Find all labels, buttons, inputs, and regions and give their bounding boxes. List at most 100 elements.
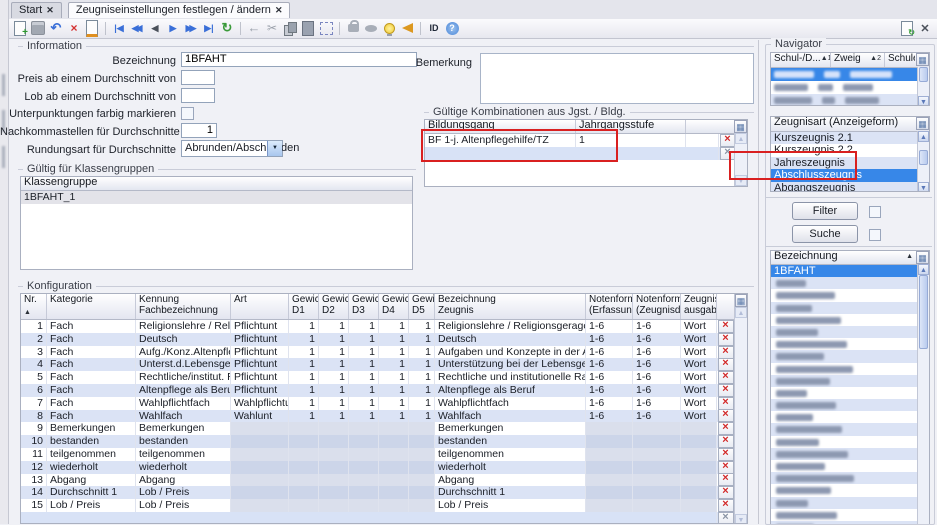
bezeichnung-item-redacted[interactable]	[771, 289, 929, 301]
column-header-g1[interactable]: Gewicht D2	[319, 294, 349, 319]
bezeichnung-item-redacted[interactable]	[771, 314, 929, 326]
preis-input[interactable]	[181, 70, 215, 85]
bezeichnung-item-redacted[interactable]	[771, 277, 929, 289]
scroll-up-icon[interactable]: ▲	[918, 264, 929, 275]
konfiguration-row-1[interactable]: 1FachReligionslehre / Religion...Pflicht…	[21, 320, 747, 333]
bezeichnung-item-redacted[interactable]	[771, 302, 929, 314]
bezeichnung-item-redacted[interactable]	[771, 338, 929, 350]
bezeichnung-item-redacted[interactable]	[771, 460, 929, 472]
delete-record-icon[interactable]: ×	[65, 19, 83, 37]
konfiguration-row-9[interactable]: 9BemerkungenBemerkungenBemerkungen×	[21, 422, 747, 435]
scroll-down-icon[interactable]: ▼	[918, 182, 929, 192]
bezeichnung-item-redacted[interactable]	[771, 350, 929, 362]
bemerkung-textarea[interactable]	[480, 53, 754, 104]
column-header-g2[interactable]: Gewicht D3	[349, 294, 379, 319]
bezeichnung-item-redacted[interactable]	[771, 363, 929, 375]
rundung-select[interactable]: Abrunden/Abschneiden ▼	[181, 140, 283, 157]
konfiguration-row-2[interactable]: 2FachDeutschPflichtunt11111Deutsch1-61-6…	[21, 333, 747, 346]
konfiguration-row-8[interactable]: 8FachWahlfachWahlunt11111Wahlfach1-61-6W…	[21, 410, 747, 423]
bezeichnung-item-redacted[interactable]	[771, 399, 929, 411]
konfiguration-row-11[interactable]: 11teilgenommenteilgenommenteilgenommen×	[21, 448, 747, 461]
column-picker-icon[interactable]: ▦	[916, 117, 929, 130]
delete-row-icon[interactable]: ×	[718, 499, 734, 512]
konfiguration-new-row[interactable]: ×	[21, 512, 747, 524]
chevron-down-icon[interactable]: ▼	[267, 141, 282, 156]
scroll-thumb[interactable]	[919, 67, 928, 82]
klassengruppe-column-header[interactable]: Klassengruppe	[21, 177, 412, 190]
delete-row-icon[interactable]: ×	[718, 346, 734, 359]
column-header-nf1[interactable]: Notenformat (Erfassung)	[586, 294, 633, 319]
bezeichnung-item-redacted[interactable]	[771, 448, 929, 460]
delete-row-icon[interactable]: ×	[718, 397, 734, 410]
konfiguration-row-7[interactable]: 7FachWahlpflichtfachWahlpflichtunt11111W…	[21, 397, 747, 410]
konfiguration-row-15[interactable]: 15Lob / PreisLob / PreisLob / Preis×	[21, 499, 747, 512]
column-header-g3[interactable]: Gewicht D4	[379, 294, 409, 319]
delete-row-icon[interactable]: ×	[718, 320, 734, 333]
bezeichnung-item-redacted[interactable]	[771, 375, 929, 387]
scroll-thumb[interactable]	[919, 275, 928, 349]
konfiguration-row-14[interactable]: 14Durchschnitt 1Lob / PreisDurchschnitt …	[21, 486, 747, 499]
selection-icon[interactable]	[317, 19, 335, 37]
column-picker-icon[interactable]: ▦	[916, 251, 929, 264]
zeugnisart-item-abgangszeugnis[interactable]: Abgangszeugnis	[771, 182, 929, 192]
panel-refresh-icon[interactable]: ↻	[898, 19, 916, 37]
lock-icon[interactable]	[344, 19, 362, 37]
zweig-column-header[interactable]: Zweig	[834, 53, 861, 67]
announce-horn-icon[interactable]	[398, 19, 416, 37]
school-column-header[interactable]: Schul-/D...	[774, 53, 821, 67]
column-header-g4[interactable]: Gewicht D5	[409, 294, 435, 319]
column-header-g0[interactable]: Gewicht D1	[289, 294, 319, 319]
delete-row-icon[interactable]: ×	[718, 358, 734, 371]
column-header-ausgabe[interactable]: Zeugnis- ausgabe	[681, 294, 717, 319]
suche-checkbox[interactable]	[869, 229, 881, 241]
bezeichnung-item-redacted[interactable]	[771, 484, 929, 496]
hint-bulb-icon[interactable]	[380, 19, 398, 37]
bezeichnung-item-redacted[interactable]	[771, 436, 929, 448]
new-record-icon[interactable]: +	[11, 19, 29, 37]
bezeichnung-item-redacted[interactable]	[771, 423, 929, 435]
back-arrow-icon[interactable]: ←	[245, 19, 263, 37]
nav-prev-icon[interactable]: ◀	[146, 19, 164, 37]
delete-row-icon[interactable]: ×	[718, 333, 734, 346]
zeugnisart-header[interactable]: Zeugnisart (Anzeigeform)	[771, 117, 916, 131]
konfiguration-row-13[interactable]: 13AbgangAbgangAbgang×	[21, 474, 747, 487]
undo-icon[interactable]: ↶	[47, 19, 65, 37]
nav-next-icon[interactable]: ▶	[164, 19, 182, 37]
nav-last-icon[interactable]: ▶|	[200, 19, 218, 37]
filter-button[interactable]: Filter	[792, 202, 858, 220]
delete-row-icon-disabled[interactable]: ×	[718, 512, 734, 524]
tab-start[interactable]: Start✕	[11, 2, 62, 18]
konfiguration-scrollbar[interactable]: ▦ ▲ ▼	[734, 294, 747, 524]
edit-form-icon[interactable]	[83, 19, 101, 37]
konfiguration-row-10[interactable]: 10bestandenbestandenbestanden×	[21, 435, 747, 448]
bezeichnung-list-header[interactable]: Bezeichnung	[774, 251, 838, 264]
nav-next-fast-icon[interactable]: ▶▶	[182, 19, 200, 37]
tab-close-icon[interactable]: ✕	[275, 5, 283, 15]
close-pane-icon[interactable]: ✕	[916, 19, 934, 37]
bezeichnung-item-redacted[interactable]	[771, 509, 929, 521]
delete-row-icon[interactable]: ×	[718, 435, 734, 448]
refresh-icon[interactable]: ↻	[218, 19, 236, 37]
scroll-down-icon[interactable]: ▼	[918, 96, 929, 106]
bezeichnung-item-redacted[interactable]	[771, 411, 929, 423]
filter-checkbox[interactable]	[869, 206, 881, 218]
copy-icon[interactable]	[281, 19, 299, 37]
record-oval-icon[interactable]	[362, 19, 380, 37]
delete-row-icon[interactable]: ×	[718, 448, 734, 461]
help-icon[interactable]: ?	[443, 19, 461, 37]
id-badge-icon[interactable]: ID	[425, 19, 443, 37]
scroll-thumb[interactable]	[919, 150, 928, 165]
school-table-scrollbar[interactable]: ▼	[917, 67, 929, 106]
nav-first-icon[interactable]: |◀	[110, 19, 128, 37]
scroll-down-icon[interactable]: ▼	[735, 514, 747, 524]
column-header-bezeichnung[interactable]: Bezeichnung Zeugnis	[435, 294, 586, 319]
bezeichnung-item-redacted[interactable]	[771, 387, 929, 399]
unterpunkt-checkbox[interactable]	[181, 107, 194, 120]
zeugnisart-scrollbar[interactable]: ▲ ▼	[917, 131, 929, 192]
delete-row-icon[interactable]: ×	[718, 371, 734, 384]
schule-column-header[interactable]: Schule	[885, 53, 915, 67]
konfiguration-row-4[interactable]: 4FachUnterst.d.Lebensgest.Pflichtunt1111…	[21, 358, 747, 371]
bezeichnung-item-redacted[interactable]	[771, 326, 929, 338]
zeugnisart-item-kurszeugnis-2-1[interactable]: Kurszeugnis 2.1	[771, 132, 929, 144]
cut-icon[interactable]: ✂	[263, 19, 281, 37]
